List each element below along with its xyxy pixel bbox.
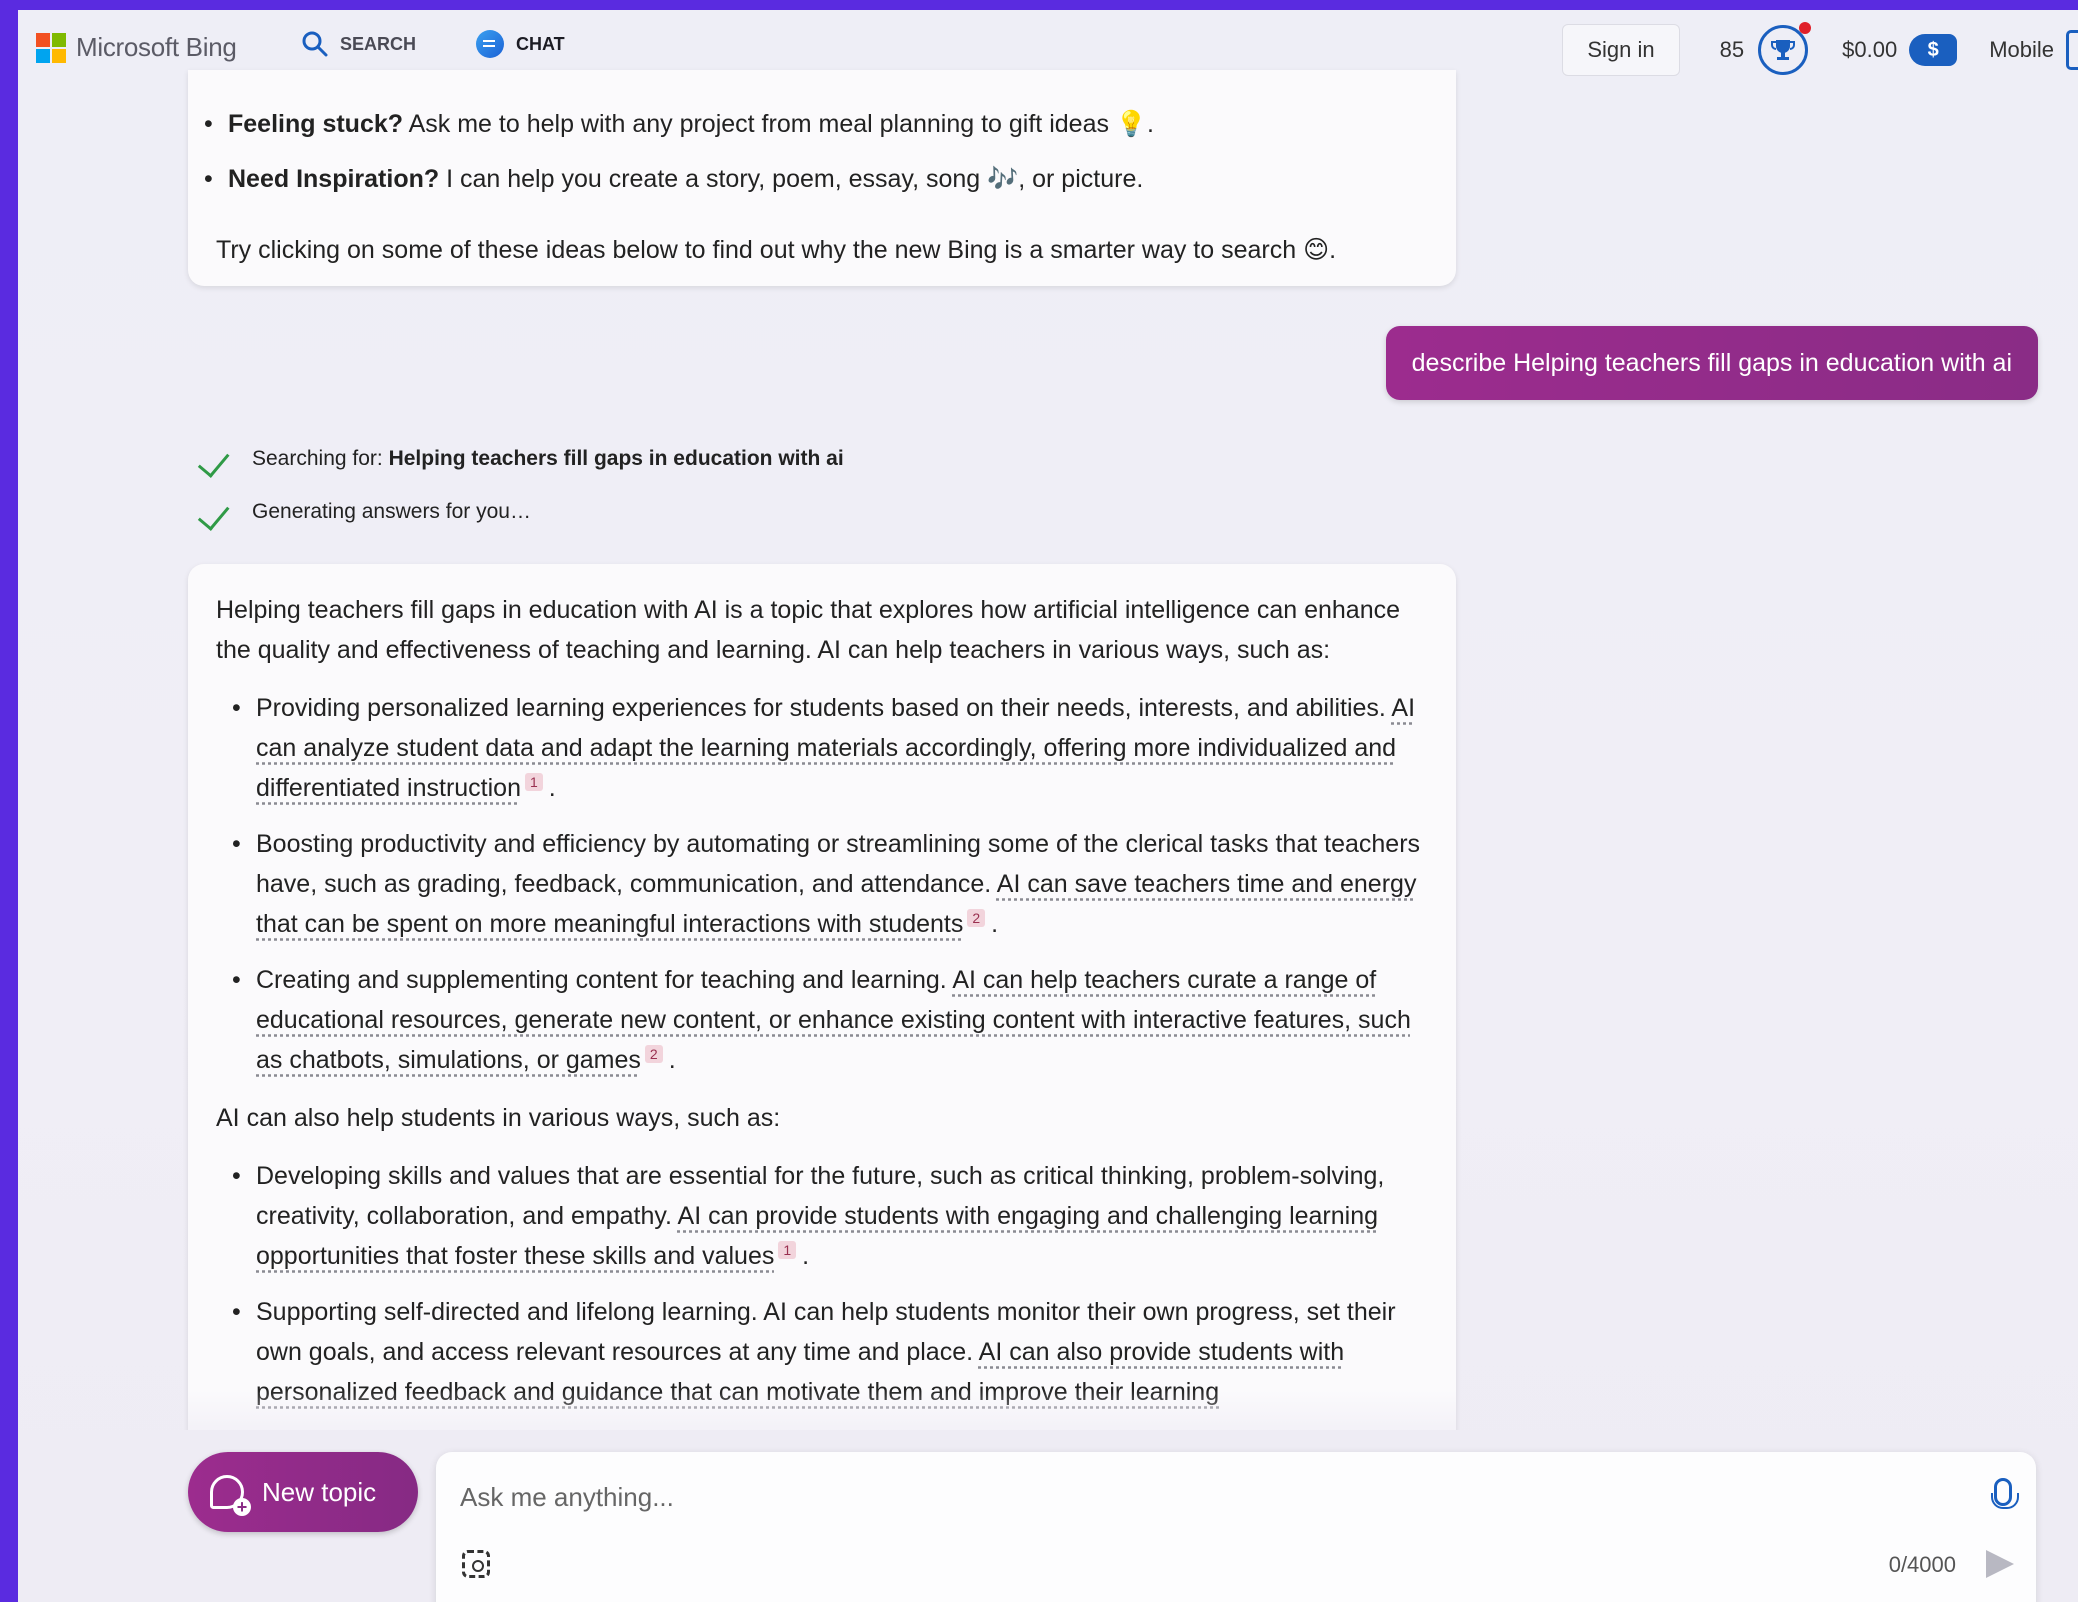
point-text: Providing personalized learning experien…: [256, 694, 1392, 722]
searching-query: Helping teachers fill gaps in education …: [388, 447, 844, 470]
rewards-points[interactable]: 85: [1720, 37, 1744, 63]
character-counter: 0/4000: [1888, 1552, 1956, 1577]
citation-badge[interactable]: 1: [778, 1240, 797, 1259]
visual-search-icon[interactable]: [462, 1550, 490, 1578]
send-icon[interactable]: [1986, 1550, 2014, 1578]
user-message-bubble: describe Helping teachers fill gaps in e…: [1385, 326, 2038, 400]
bullet-text: Ask me to help with any project from mea…: [403, 110, 1154, 138]
list-item: Creating and supplementing content for t…: [232, 960, 1428, 1080]
teacher-benefits-list: Providing personalized learning experien…: [216, 688, 1428, 1080]
list-item: Developing skills and values that are es…: [232, 1156, 1428, 1276]
nav-chat-label: CHAT: [516, 33, 565, 54]
cash-balance[interactable]: $0.00: [1842, 37, 1897, 63]
list-item: Boosting productivity and efficiency by …: [232, 824, 1428, 944]
searching-label: Searching for:: [252, 447, 389, 470]
mobile-link[interactable]: Mobile: [1989, 37, 2054, 63]
bing-logo[interactable]: Microsoft Bing: [36, 32, 237, 63]
intro-list: Feeling stuck? Ask me to help with any p…: [204, 108, 1154, 217]
list-item: Feeling stuck? Ask me to help with any p…: [204, 108, 1154, 141]
new-topic-icon: [210, 1475, 251, 1516]
checkmark-icon: [194, 446, 232, 472]
ask-input[interactable]: [460, 1472, 1960, 1522]
intro-message-card: Feeling stuck? Ask me to help with any p…: [188, 70, 1456, 286]
list-item: Providing personalized learning experien…: [232, 688, 1428, 808]
microsoft-logo-icon: [36, 32, 66, 63]
bullet-heading: Need Inspiration?: [228, 164, 440, 193]
brand-name: Microsoft Bing: [76, 32, 237, 62]
citation-badge[interactable]: 2: [644, 1044, 663, 1063]
phone-icon[interactable]: [2066, 30, 2078, 70]
search-icon: [302, 31, 328, 57]
nav-search-label: SEARCH: [340, 33, 417, 54]
sign-in-button[interactable]: Sign in: [1562, 24, 1680, 76]
intro-try-text: Try clicking on some of these ideas belo…: [216, 236, 1337, 264]
bullet-heading: Feeling stuck?: [228, 110, 404, 138]
bing-chat-window: Microsoft Bing SEARCH CHAT Sign in 85 $0…: [18, 10, 2078, 1602]
list-item: Need Inspiration? I can help you create …: [204, 163, 1154, 196]
bullet-text: I can help you create a story, poem, ess…: [439, 164, 1144, 193]
student-benefits-list: Developing skills and values that are es…: [216, 1156, 1428, 1412]
point-text: Creating and supplementing content for t…: [256, 966, 953, 994]
cash-dollar-icon[interactable]: $: [1909, 34, 1958, 66]
new-topic-button[interactable]: New topic: [188, 1452, 418, 1532]
trophy-icon: [1771, 40, 1796, 60]
chat-composer: 0/4000: [436, 1452, 2036, 1602]
generating-status: Generating answers for you…: [194, 499, 531, 525]
citation-badge[interactable]: 2: [967, 908, 986, 927]
generating-label: Generating answers for you…: [252, 500, 531, 523]
searching-label-wrap: Searching for: Helping teachers fill gap…: [252, 447, 844, 471]
checkmark-icon: [194, 499, 232, 525]
microphone-icon[interactable]: [1991, 1478, 2019, 1509]
header-actions: Sign in 85 $0.00 $ Mobile: [1562, 22, 2078, 76]
rewards-trophy-icon[interactable]: [1758, 22, 1812, 75]
citation-badge[interactable]: 1: [524, 772, 543, 791]
chat-icon: [476, 30, 505, 58]
new-topic-label: New topic: [262, 1476, 377, 1507]
students-intro: AI can also help students in various way…: [216, 1104, 781, 1132]
nav-search[interactable]: SEARCH: [290, 10, 428, 78]
answer-intro: Helping teachers fill gaps in education …: [216, 596, 1401, 664]
searching-status: Searching for: Helping teachers fill gap…: [194, 446, 844, 472]
nav-chat[interactable]: CHAT: [464, 10, 577, 80]
